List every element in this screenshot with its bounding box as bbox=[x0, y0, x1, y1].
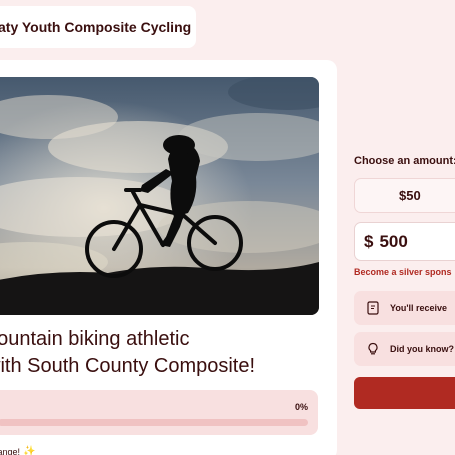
progress-panel: 0% bbox=[0, 390, 318, 435]
receive-info-label: You'll receive bbox=[390, 303, 448, 313]
lightbulb-icon bbox=[366, 342, 380, 356]
progress-percent: 0% bbox=[294, 402, 308, 412]
hero-image bbox=[0, 77, 319, 315]
choose-amount-label: Choose an amount: bbox=[354, 155, 455, 167]
org-name-pill[interactable]: aty Youth Composite Cycling bbox=[0, 6, 196, 48]
receipt-icon bbox=[366, 301, 380, 315]
campaign-title-line-2: with South County Composite! bbox=[0, 355, 256, 377]
progress-track bbox=[0, 419, 308, 426]
preset-amount-button[interactable]: $50 bbox=[354, 178, 455, 213]
campaign-title-line-1: nountain biking athletic bbox=[0, 328, 190, 350]
currency-symbol: $ bbox=[364, 231, 374, 251]
sponsor-tier-message: Become a silver spons bbox=[354, 267, 452, 277]
did-you-know-label: Did you know? bbox=[390, 344, 454, 354]
sparkle-icon: ✨ bbox=[23, 446, 36, 455]
change-cta-label: Change! bbox=[0, 446, 21, 455]
did-you-know-row[interactable]: Did you know? bbox=[354, 332, 455, 366]
donate-button[interactable] bbox=[354, 377, 455, 409]
preset-amount-label: $50 bbox=[399, 188, 421, 203]
custom-amount-value: 500 bbox=[379, 231, 408, 251]
org-name: aty Youth Composite Cycling bbox=[0, 19, 192, 35]
change-cta: Change! ✨ bbox=[0, 446, 35, 455]
campaign-title: nountain biking athletic with South Coun… bbox=[0, 326, 326, 380]
receive-info-row[interactable]: You'll receive bbox=[354, 291, 455, 325]
custom-amount-input[interactable]: $ 500 bbox=[354, 222, 455, 261]
